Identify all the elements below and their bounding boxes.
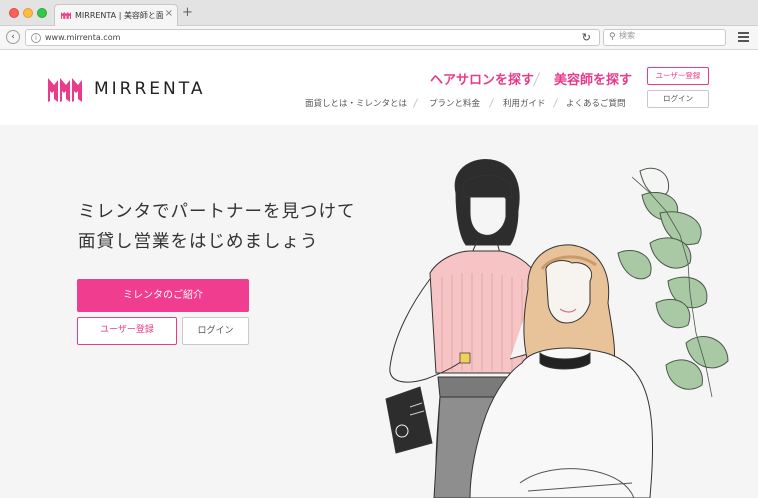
hero-login-button[interactable]: ログイン bbox=[182, 317, 249, 345]
browser-search-box[interactable]: ⚲ bbox=[603, 29, 726, 46]
faq-link[interactable]: よくあるご質問 bbox=[566, 97, 626, 109]
window-maximize-button[interactable] bbox=[37, 8, 47, 18]
info-icon[interactable]: i bbox=[31, 33, 41, 43]
about-mirrenta-button[interactable]: ミレンタのご紹介 bbox=[77, 279, 249, 312]
browser-toolbar: ‹ i www.mirrenta.com ↻ ⚲ bbox=[0, 26, 758, 50]
find-stylist-link[interactable]: 美容師を探す bbox=[554, 69, 632, 88]
find-salon-link[interactable]: ヘアサロンを探す bbox=[430, 69, 534, 88]
logo-text: MIRRENTA bbox=[94, 79, 206, 99]
tab-title: MIRRENTA | 美容師と面貸し... bbox=[75, 11, 163, 20]
window-close-button[interactable] bbox=[9, 8, 19, 18]
leaf-decoration bbox=[617, 167, 729, 398]
hero-register-button[interactable]: ユーザー登録 bbox=[77, 317, 177, 345]
mirrenta-favicon-icon bbox=[61, 12, 71, 19]
nav-divider bbox=[552, 98, 559, 108]
nav-divider bbox=[412, 98, 419, 108]
browser-titlebar: MIRRENTA | 美容師と面貸し... × + bbox=[0, 0, 758, 26]
search-icon: ⚲ bbox=[609, 32, 616, 42]
window-minimize-button[interactable] bbox=[23, 8, 33, 18]
guide-link[interactable]: 利用ガイド bbox=[503, 97, 546, 109]
new-tab-button[interactable]: + bbox=[182, 5, 193, 20]
mirrenta-logo-icon bbox=[48, 78, 82, 102]
hero-section: ミレンタでパートナーを見つけて 面貸し営業をはじめましょう ミレンタのご紹介 ユ… bbox=[0, 125, 758, 498]
tab-close-icon[interactable]: × bbox=[165, 8, 173, 19]
plans-link[interactable]: プランと料金 bbox=[429, 97, 480, 109]
nav-divider bbox=[488, 98, 495, 108]
about-link[interactable]: 面貸しとは・ミレンタとは bbox=[305, 97, 407, 109]
hero-headline-line2: 面貸し営業をはじめましょう bbox=[78, 232, 319, 252]
hero-headline-line1: ミレンタでパートナーを見つけて bbox=[78, 202, 356, 222]
header-register-button[interactable]: ユーザー登録 bbox=[647, 67, 709, 85]
menu-icon[interactable] bbox=[738, 32, 749, 42]
primary-nav: ヘアサロンを探す 美容師を探す bbox=[430, 69, 632, 89]
back-icon[interactable]: ‹ bbox=[6, 30, 20, 44]
stylist-illustration bbox=[385, 159, 729, 498]
address-bar[interactable]: i www.mirrenta.com ↻ bbox=[25, 29, 600, 46]
search-input[interactable] bbox=[619, 31, 719, 40]
browser-tab[interactable]: MIRRENTA | 美容師と面貸し... × bbox=[54, 4, 178, 26]
header-login-button[interactable]: ログイン bbox=[647, 90, 709, 108]
hero-headline: ミレンタでパートナーを見つけて 面貸し営業をはじめましょう bbox=[78, 197, 356, 257]
site-header: MIRRENTA ヘアサロンを探す 美容師を探す 面貸しとは・ミレンタとは プラ… bbox=[0, 51, 758, 125]
reload-icon[interactable]: ↻ bbox=[582, 31, 591, 44]
url-text[interactable]: www.mirrenta.com bbox=[45, 33, 120, 42]
